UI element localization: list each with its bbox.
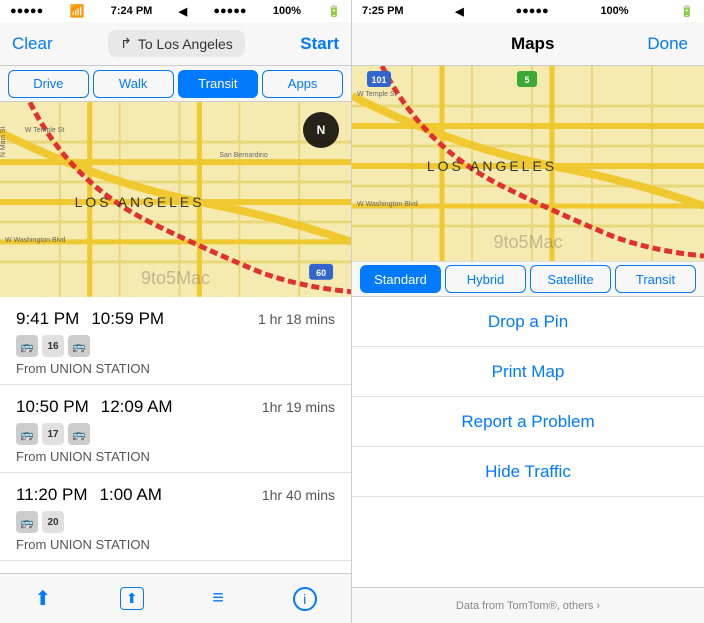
bus-icon-1: 🚌 xyxy=(16,335,38,357)
map-left[interactable]: 60 LOS ANGELES N Main St W Temple St W W… xyxy=(0,102,351,297)
destination-field[interactable]: ↱ To Los Angeles xyxy=(108,30,245,57)
wifi-icon: 📶 xyxy=(70,4,85,18)
tab-hybrid[interactable]: Hybrid xyxy=(445,265,526,293)
time-left: 7:24 PM xyxy=(111,5,153,17)
compass[interactable]: N xyxy=(303,112,339,148)
arrive-time-2: 12:09 AM xyxy=(101,397,173,417)
bus-icon-2: 🚌 xyxy=(68,335,90,357)
report-problem-button[interactable]: Report a Problem xyxy=(352,397,704,447)
info-button[interactable]: i xyxy=(293,587,317,611)
duration-1: 1 hr 18 mins xyxy=(258,311,335,327)
route-times-3: 11:20 PM 1:00 AM 1hr 40 mins xyxy=(16,485,335,505)
route-icons-3: 🚌 20 xyxy=(16,511,335,533)
tab-standard[interactable]: Standard xyxy=(360,265,441,293)
tab-satellite[interactable]: Satellite xyxy=(530,265,611,293)
status-bar-left: ●●●●● 📶 7:24 PM ◀ ●●●●● 100% 🔋 xyxy=(0,0,351,22)
map-right[interactable]: 101 5 LOS ANGELES W Washington Blvd W Te… xyxy=(352,66,704,261)
location-button[interactable]: ⬆ xyxy=(34,586,51,611)
route-icons-2: 🚌 17 🚌 xyxy=(16,423,335,445)
done-button[interactable]: Done xyxy=(647,34,688,54)
tab-drive[interactable]: Drive xyxy=(8,70,89,98)
tab-apps[interactable]: Apps xyxy=(262,70,343,98)
print-map-button[interactable]: Print Map xyxy=(352,347,704,397)
duration-2: 1hr 19 mins xyxy=(262,399,335,415)
share-button[interactable]: ⬆ xyxy=(120,587,144,610)
svg-text:LOS ANGELES: LOS ANGELES xyxy=(427,158,557,174)
route-times-1: 9:41 PM 10:59 PM 1 hr 18 mins xyxy=(16,309,335,329)
drop-pin-button[interactable]: Drop a Pin xyxy=(352,297,704,347)
depart-time-2: 10:50 PM xyxy=(16,397,89,417)
depart-time-3: 11:20 PM xyxy=(16,485,88,505)
time-right: 7:25 PM xyxy=(362,5,404,17)
battery-right: 100% xyxy=(600,5,628,17)
direction-icon: ↱ xyxy=(120,35,132,52)
route-item[interactable]: 10:50 PM 12:09 AM 1hr 19 mins 🚌 17 🚌 Fro… xyxy=(0,385,351,473)
nav-bar-right: Maps Done xyxy=(352,22,704,66)
bus-icon-5: 🚌 xyxy=(16,511,38,533)
svg-text:60: 60 xyxy=(316,268,326,278)
route-times-2: 10:50 PM 12:09 AM 1hr 19 mins xyxy=(16,397,335,417)
status-bar-right: 7:25 PM ◀ ●●●●● 100% 🔋 xyxy=(352,0,704,22)
route-from-3: From UNION STATION xyxy=(16,537,335,552)
svg-text:N Main St: N Main St xyxy=(0,126,7,157)
svg-text:W Washington Blvd: W Washington Blvd xyxy=(357,201,418,208)
hide-traffic-button[interactable]: Hide Traffic xyxy=(352,447,704,497)
route-icons-1: 🚌 16 🚌 xyxy=(16,335,335,357)
location-icon-right: ◀ xyxy=(455,5,463,18)
svg-text:W Temple St: W Temple St xyxy=(25,127,64,134)
nav-bar-left: Clear ↱ To Los Angeles Start xyxy=(0,22,351,66)
maps-title: Maps xyxy=(511,34,554,54)
tab-walk[interactable]: Walk xyxy=(93,70,174,98)
right-panel: 7:25 PM ◀ ●●●●● 100% 🔋 Maps Done xyxy=(352,0,704,623)
routes-list: 9:41 PM 10:59 PM 1 hr 18 mins 🚌 16 🚌 Fro… xyxy=(0,297,351,573)
route-item[interactable]: 9:41 PM 10:59 PM 1 hr 18 mins 🚌 16 🚌 Fro… xyxy=(0,297,351,385)
bus-icon-3: 🚌 xyxy=(16,423,38,445)
route-from-2: From UNION STATION xyxy=(16,449,335,464)
svg-text:5: 5 xyxy=(524,75,529,85)
arrive-time-1: 10:59 PM xyxy=(91,309,164,329)
location-icon-left: ◀ xyxy=(179,5,187,18)
depart-time-1: 9:41 PM xyxy=(16,309,79,329)
tab-transit[interactable]: Transit xyxy=(615,265,696,293)
signal-dots-left: ●●●●● xyxy=(10,5,43,17)
svg-text:LOS ANGELES: LOS ANGELES xyxy=(75,194,205,210)
carrier-dots-left: ●●●●● xyxy=(213,5,246,17)
transport-tabs: Drive Walk Transit Apps xyxy=(0,66,351,102)
route-num-2: 17 xyxy=(42,423,64,445)
route-num-3: 20 xyxy=(42,511,64,533)
battery-left: 100% xyxy=(273,5,301,17)
list-button[interactable]: ≡ xyxy=(212,587,224,610)
arrive-time-3: 1:00 AM xyxy=(100,485,162,505)
map-type-tabs: Standard Hybrid Satellite Transit xyxy=(352,261,704,297)
menu-list: Drop a Pin Print Map Report a Problem Hi… xyxy=(352,297,704,587)
destination-text: To Los Angeles xyxy=(138,36,233,52)
clear-button[interactable]: Clear xyxy=(12,34,53,54)
route-item[interactable]: 11:20 PM 1:00 AM 1hr 40 mins 🚌 20 From U… xyxy=(0,473,351,561)
left-panel: ●●●●● 📶 7:24 PM ◀ ●●●●● 100% 🔋 Clear ↱ T… xyxy=(0,0,352,623)
compass-icon: N xyxy=(317,123,326,137)
route-from-1: From UNION STATION xyxy=(16,361,335,376)
data-attribution: Data from TomTom®, others › xyxy=(352,587,704,623)
signal-right: ●●●●● xyxy=(515,5,548,17)
bus-icon-4: 🚌 xyxy=(68,423,90,445)
svg-text:San Bernardino: San Bernardino xyxy=(219,152,268,159)
route-num-1: 16 xyxy=(42,335,64,357)
svg-text:101: 101 xyxy=(371,75,386,85)
start-button[interactable]: Start xyxy=(300,34,339,54)
svg-text:W Temple St: W Temple St xyxy=(357,91,397,98)
duration-3: 1hr 40 mins xyxy=(262,487,335,503)
attribution-text: Data from TomTom®, others › xyxy=(456,600,600,612)
bottom-toolbar-left: ⬆ ⬆ ≡ i xyxy=(0,573,351,623)
battery-icon-left: 🔋 xyxy=(327,5,341,18)
battery-icon-right: 🔋 xyxy=(680,5,694,18)
svg-text:W Washington Blvd: W Washington Blvd xyxy=(5,237,66,244)
tab-transit[interactable]: Transit xyxy=(178,70,259,98)
